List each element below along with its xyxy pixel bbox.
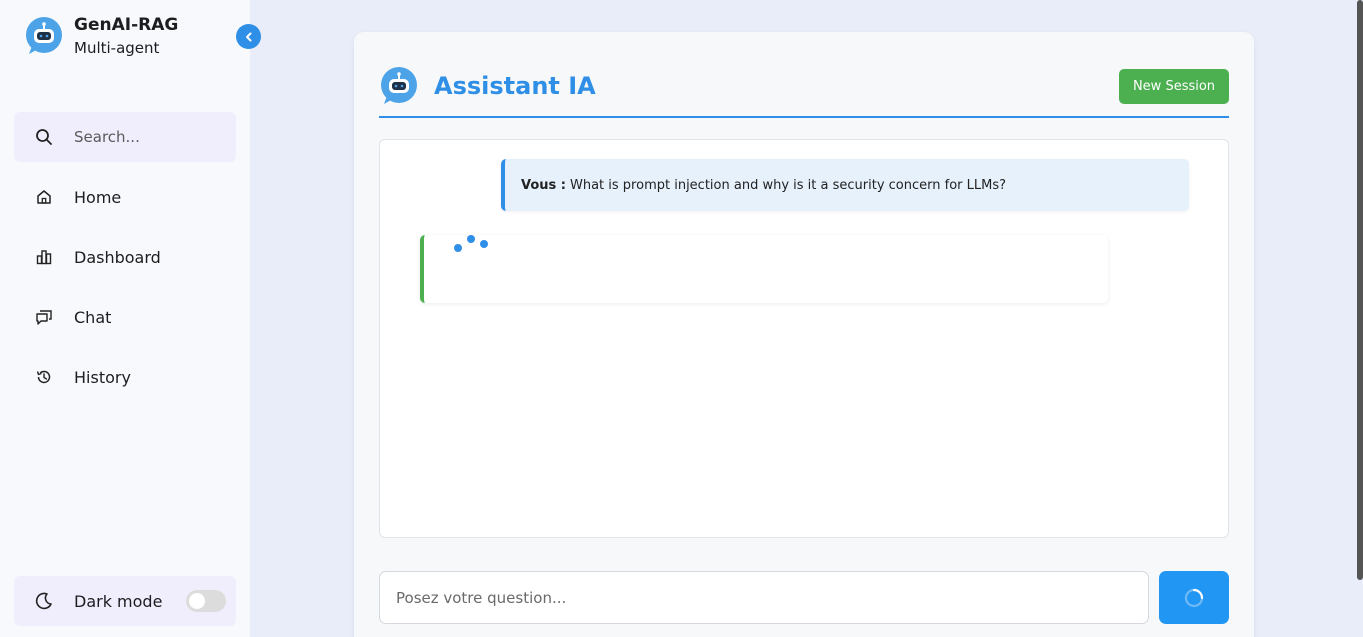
brand: GenAI-RAG Multi-agent (24, 14, 178, 60)
sidebar-item-label: Chat (74, 307, 112, 327)
toggle-knob (189, 593, 205, 609)
sidebar-item-chat[interactable]: Chat (14, 292, 236, 342)
typing-dot (467, 235, 475, 243)
search-icon (36, 129, 52, 145)
robot-logo-icon (381, 67, 417, 104)
sidebar-nav: Home Dashboard Chat History (14, 172, 236, 412)
moon-icon (35, 592, 52, 610)
assistant-message-loading (420, 235, 1108, 303)
sidebar-search[interactable] (14, 112, 236, 162)
brand-subtitle: Multi-agent (74, 39, 160, 57)
chat-icon (34, 307, 54, 327)
dark-mode-toggle[interactable] (186, 590, 226, 612)
sidebar-item-label: Dashboard (74, 247, 161, 267)
chat-messages: Vous : What is prompt injection and why … (379, 139, 1229, 538)
search-input[interactable] (74, 128, 224, 146)
question-input[interactable] (379, 571, 1149, 624)
message-text: What is prompt injection and why is it a… (570, 177, 1006, 193)
robot-logo-icon (26, 17, 62, 54)
sidebar: GenAI-RAG Multi-agent Home Dashboard (0, 0, 250, 637)
home-icon (34, 187, 54, 207)
sidebar-item-history[interactable]: History (14, 352, 236, 402)
sidebar-item-dashboard[interactable]: Dashboard (14, 232, 236, 282)
dark-mode-row: Dark mode (14, 576, 236, 626)
chat-header: Assistant IA New Session (379, 66, 1229, 118)
message-sender: Vous : (521, 177, 566, 193)
page-scrollbar[interactable] (1357, 0, 1363, 580)
typing-dot (480, 240, 488, 248)
history-icon (34, 367, 54, 387)
dark-mode-label: Dark mode (74, 591, 163, 611)
page-title: Assistant IA (434, 72, 596, 100)
sidebar-item-home[interactable]: Home (14, 172, 236, 222)
sidebar-item-label: History (74, 367, 131, 387)
loading-spinner-icon (1184, 588, 1204, 607)
sidebar-item-label: Home (74, 187, 122, 207)
send-button[interactable] (1159, 571, 1229, 624)
chevron-left-icon (245, 32, 251, 41)
typing-dot (454, 244, 462, 252)
bar-chart-icon (34, 247, 54, 267)
user-message: Vous : What is prompt injection and why … (501, 159, 1189, 211)
new-session-button[interactable]: New Session (1119, 69, 1229, 104)
brand-title: GenAI-RAG (74, 15, 179, 35)
collapse-sidebar-button[interactable] (236, 24, 261, 49)
chat-card: Assistant IA New Session Vous : What is … (354, 32, 1254, 637)
